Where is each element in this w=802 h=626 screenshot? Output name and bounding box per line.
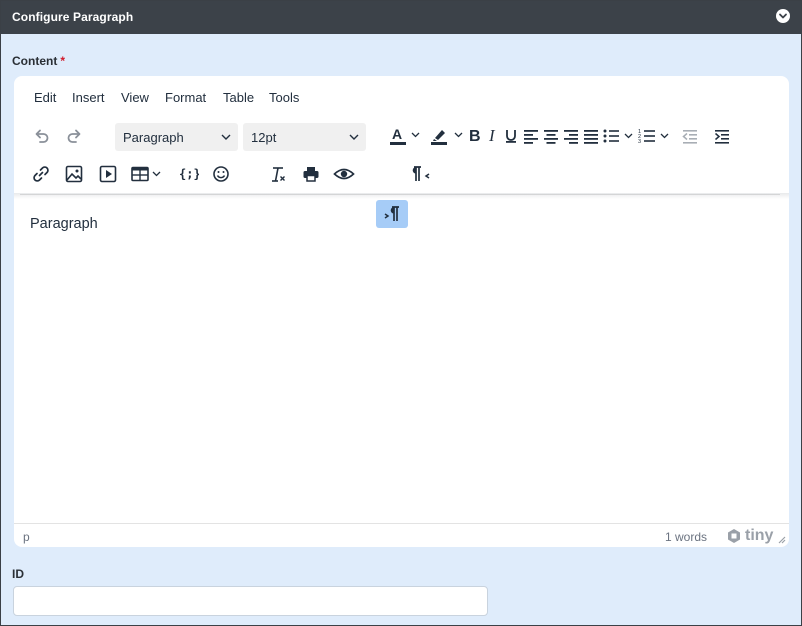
emoticons-button[interactable] (208, 160, 234, 188)
svg-text:{;}: {;} (179, 167, 199, 181)
remove-format-button[interactable] (265, 160, 291, 188)
preview-button[interactable] (330, 160, 358, 188)
right-to-left-icon (412, 166, 430, 181)
align-left-button[interactable] (521, 122, 541, 150)
content-label-text: Content (12, 54, 58, 68)
undo-button[interactable] (28, 122, 54, 150)
insert-link-button[interactable] (28, 160, 54, 188)
tiny-logo-icon (728, 529, 740, 543)
menu-edit[interactable]: Edit (34, 90, 56, 105)
code-sample-button[interactable]: {;} (175, 160, 201, 188)
indent-button[interactable] (710, 122, 734, 150)
font-size-select[interactable]: 12pt (243, 123, 366, 151)
resize-handle-icon[interactable] (777, 535, 786, 544)
insert-media-button[interactable] (95, 160, 121, 188)
tiny-brand-link[interactable]: tiny (726, 527, 773, 545)
link-icon (33, 166, 49, 182)
menu-tools[interactable]: Tools (269, 90, 299, 105)
svg-text:I: I (488, 126, 496, 145)
highlighter-icon (431, 130, 463, 145)
menu-insert[interactable]: Insert (72, 90, 105, 105)
italic-icon: I (488, 126, 496, 145)
redo-button[interactable] (62, 122, 88, 150)
svg-text:3: 3 (638, 139, 641, 145)
required-asterisk: * (60, 54, 65, 68)
menu-view[interactable]: View (121, 90, 149, 105)
align-right-icon (564, 130, 578, 144)
text-color-button[interactable]: A (387, 122, 423, 150)
chevron-down-icon (349, 134, 359, 140)
align-justify-button[interactable] (581, 122, 601, 150)
paragraph-text[interactable]: Paragraph (30, 216, 98, 232)
content-label: Content * (12, 54, 65, 68)
align-center-icon (544, 130, 558, 144)
panel-header: Configure Paragraph (1, 1, 801, 34)
printer-icon (303, 167, 319, 182)
bullet-list-button[interactable] (602, 122, 636, 150)
rtl-direction-button[interactable] (408, 160, 436, 188)
panel-title: Configure Paragraph (12, 10, 134, 24)
font-size-value: 12pt (251, 130, 277, 145)
brand-text: tiny (745, 527, 774, 544)
editor-statusbar: p 1 words tiny (14, 523, 789, 547)
outdent-icon (682, 130, 697, 144)
undo-icon (35, 129, 49, 143)
align-right-button[interactable] (561, 122, 581, 150)
numbered-list-icon: 1 2 3 (638, 129, 669, 145)
smiley-icon (213, 166, 229, 182)
word-count[interactable]: 1 words (665, 530, 707, 544)
svg-text:B: B (469, 128, 481, 145)
rich-text-editor: Edit Insert View Format Table Tools Para… (14, 76, 789, 547)
configure-paragraph-panel: Configure Paragraph Content * Edit Insert… (0, 0, 802, 626)
underline-button[interactable] (502, 122, 520, 150)
outdent-button[interactable] (678, 122, 702, 150)
print-button[interactable] (298, 160, 324, 188)
align-justify-icon (584, 130, 598, 144)
table-icon (131, 166, 161, 182)
svg-text:A: A (392, 126, 402, 142)
menu-format[interactable]: Format (165, 90, 206, 105)
align-left-icon (524, 130, 538, 144)
curly-braces-icon: {;} (179, 167, 199, 181)
id-label: ID (12, 567, 24, 581)
chevron-down-icon (221, 134, 231, 140)
underline-icon (506, 130, 516, 143)
image-icon (65, 165, 83, 183)
bullet-list-icon (603, 129, 633, 143)
editor-content-area[interactable]: Paragraph (14, 199, 789, 522)
redo-icon (67, 129, 81, 143)
editor-toolbar: Paragraph 12pt A B I 1 2 3 {;} (14, 116, 789, 228)
id-input[interactable] (13, 586, 488, 616)
italic-button[interactable]: I (486, 122, 500, 150)
clear-formatting-icon (272, 167, 285, 182)
block-format-select[interactable]: Paragraph (115, 123, 238, 151)
table-button[interactable] (129, 160, 167, 188)
numbered-list-button[interactable]: 1 2 3 (638, 122, 672, 150)
element-path[interactable]: p (23, 530, 30, 544)
indent-icon (715, 130, 729, 144)
menu-table[interactable]: Table (223, 90, 254, 105)
bold-button[interactable]: B (466, 122, 484, 150)
eye-icon (333, 168, 355, 180)
editor-menubar: Edit Insert View Format Table Tools (14, 76, 789, 116)
align-center-button[interactable] (541, 122, 561, 150)
insert-image-button[interactable] (61, 160, 87, 188)
block-format-value: Paragraph (123, 130, 184, 145)
media-icon (99, 165, 117, 183)
bold-icon: B (469, 128, 481, 145)
collapse-button[interactable] (776, 9, 790, 23)
highlight-color-button[interactable] (428, 122, 466, 150)
text-color-icon: A (390, 126, 420, 145)
chevron-down-icon (779, 13, 787, 19)
